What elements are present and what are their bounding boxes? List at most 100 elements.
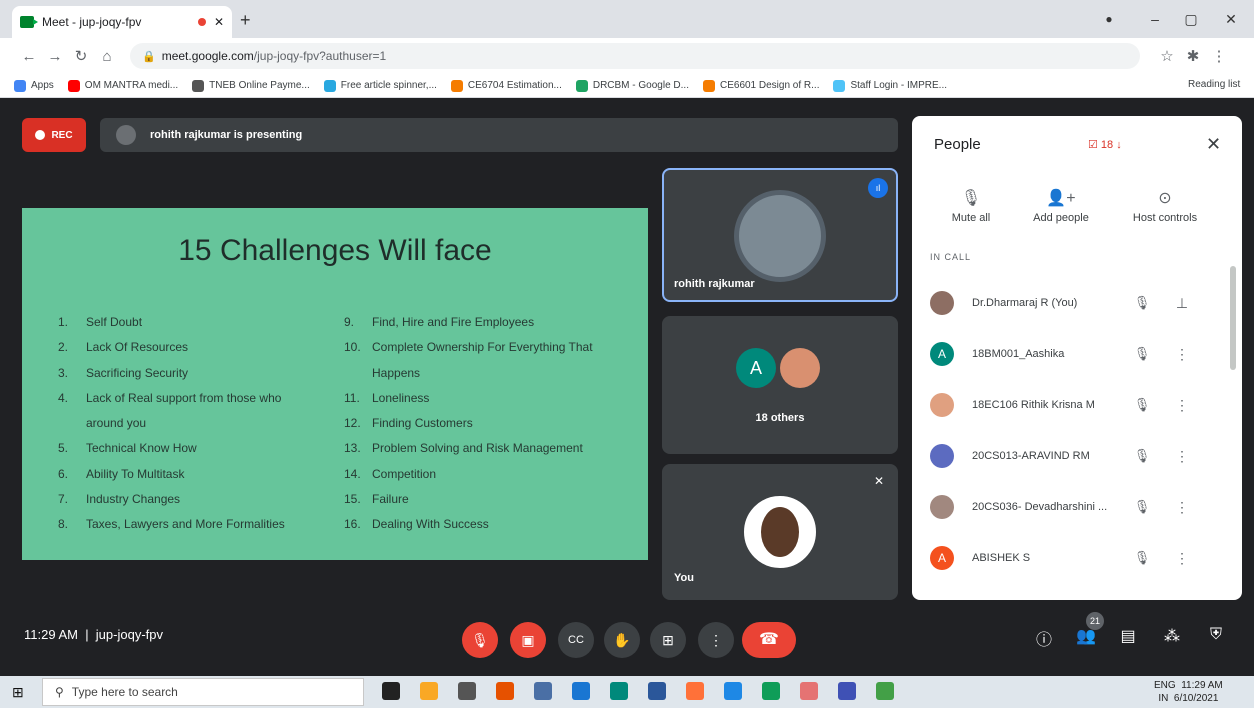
slide-list-left: 1. Self Doubt 2. Lack Of Resources 3. Sacrifi… [58, 310, 285, 538]
system-clock[interactable]: ENG 11:29 AM IN 6/10/2021 [1154, 679, 1223, 705]
window-close-icon[interactable]: ✕ [1216, 8, 1246, 30]
bookmark-item[interactable]: CE6601 Design of R... [702, 79, 819, 92]
home-icon[interactable]: ⌂ [94, 48, 120, 65]
slide-list-item: 14. Competition [344, 466, 437, 481]
url-field[interactable]: 🔒 meet.google.com/jup-joqy-fpv?authuser=… [130, 43, 1140, 69]
taskbar-app-icon[interactable] [572, 682, 590, 700]
participant-row[interactable]: Dr.Dharmaraj R (You) 🎙 ⊥ [930, 278, 1230, 328]
participant-name: 20CS013-ARAVIND RM [972, 450, 1090, 462]
raise-hand-button[interactable]: ✋ [604, 622, 640, 658]
mic-off-icon[interactable]: 🎙 [1122, 295, 1162, 311]
bookmark-item[interactable]: TNEB Online Payme... [192, 79, 310, 92]
reload-icon[interactable]: ↻ [68, 47, 94, 65]
host-lock-icon[interactable]: ⛨ [1202, 626, 1230, 644]
browser-tab[interactable]: Meet - jup-joqy-fpv ✕ [12, 6, 232, 38]
more-options-icon[interactable]: ⋮ [1162, 397, 1202, 414]
participant-row[interactable]: A 18BM001_Aashika 🎙 ⋮ [930, 329, 1230, 379]
mute-all-label: Mute all [951, 212, 991, 224]
bookmark-item[interactable]: Free article spinner,... [323, 79, 437, 92]
slide-list-right: 9. Find, Hire and Fire Employees 10. Comple… [344, 310, 593, 538]
more-options-icon[interactable]: ⋮ [1162, 499, 1202, 516]
pin-icon[interactable]: ⊥ [1162, 295, 1202, 312]
scrollbar[interactable] [1230, 266, 1236, 370]
taskbar-app-icon[interactable] [648, 682, 666, 700]
host-controls-button[interactable]: ⊙ Host controls [1120, 188, 1210, 224]
bookmark-item[interactable]: Staff Login - IMPRE... [833, 79, 948, 92]
more-options-button[interactable]: ⋮ [698, 622, 734, 658]
more-options-icon[interactable]: ⋮ [1162, 550, 1202, 567]
menu-dots-icon[interactable]: ⋮ [1206, 47, 1232, 65]
clock-date: 6/10/2021 [1173, 693, 1219, 704]
tab-close-icon[interactable]: ✕ [214, 15, 224, 29]
more-options-icon[interactable]: ⋮ [1162, 448, 1202, 465]
extension-icon[interactable]: ✱ [1180, 47, 1206, 65]
slide-list-item: 12. Finding Customers [344, 416, 473, 431]
windows-start-icon[interactable]: ⊞ [12, 684, 24, 701]
people-title: People [934, 136, 981, 153]
bookmark-label: DRCBM - Google D... [592, 80, 689, 91]
taskbar-search[interactable]: ⚲ Type here to search [42, 678, 364, 706]
leave-call-button[interactable]: ☎ [742, 622, 796, 658]
back-icon[interactable]: ← [16, 48, 42, 65]
participant-avatar: A [930, 342, 954, 366]
others-avatar-photo [780, 348, 820, 388]
mute-all-button[interactable]: 🎙 Mute all [926, 188, 1016, 224]
reading-list[interactable]: Reading list [1188, 79, 1240, 90]
taskbar-app-icon[interactable] [762, 682, 780, 700]
taskbar-app-icon[interactable] [496, 682, 514, 700]
presenter-tile[interactable]: ıl rohith rajkumar [662, 168, 898, 302]
mic-off-icon[interactable]: 🎙 [1122, 550, 1162, 566]
camera-off-button[interactable]: ▣ [510, 622, 546, 658]
bookmark-item[interactable]: DRCBM - Google D... [575, 79, 689, 92]
participant-name: ABISHEK S [972, 552, 1031, 564]
mic-off-icon[interactable]: 🎙 [1122, 346, 1162, 362]
slide-list-item: 11. Loneliness [344, 390, 430, 405]
taskbar-app-icon[interactable] [382, 682, 400, 700]
url-host: meet.google.com [161, 49, 254, 63]
taskbar-app-icon[interactable] [610, 682, 628, 700]
participant-row[interactable]: 20CS013-ARAVIND RM 🎙 ⋮ [930, 431, 1230, 481]
mic-off-button[interactable]: 🎙 [462, 622, 498, 658]
bookmark-label: Staff Login - IMPRE... [850, 80, 948, 91]
profile-icon[interactable]: ● [1094, 8, 1124, 30]
taskbar-app-icon[interactable] [838, 682, 856, 700]
mic-off-icon[interactable]: 🎙 [1122, 397, 1162, 413]
activities-icon[interactable]: ⁂ [1158, 626, 1186, 646]
bookmark-label: CE6704 Estimation... [467, 80, 562, 91]
chat-icon[interactable]: ▤ [1114, 626, 1142, 646]
presenting-banner: rohith rajkumar is presenting [100, 118, 898, 152]
speaking-icon: ıl [868, 178, 888, 198]
minimize-icon[interactable]: – [1140, 8, 1170, 30]
participant-row[interactable]: 20CS036- Devadharshini ... 🎙 ⋮ [930, 482, 1230, 532]
participant-row[interactable]: 18EC106 Rithik Krisna M 🎙 ⋮ [930, 380, 1230, 430]
captions-button[interactable]: CC [558, 622, 594, 658]
recording-badge[interactable]: REC [22, 118, 86, 152]
search-placeholder: Type here to search [71, 685, 178, 699]
bookmark-label: TNEB Online Payme... [209, 80, 310, 91]
mic-off-icon[interactable]: 🎙 [1122, 448, 1162, 464]
bookmark-item[interactable]: OM MANTRA medi... [67, 79, 178, 92]
star-icon[interactable]: ☆ [1154, 47, 1180, 65]
taskbar-app-icon[interactable] [458, 682, 476, 700]
self-tile[interactable]: ✕ You [662, 464, 898, 600]
more-options-icon[interactable]: ⋮ [1162, 346, 1202, 363]
present-button[interactable]: ⊞ [650, 622, 686, 658]
maximize-icon[interactable]: ▢ [1176, 8, 1206, 30]
taskbar-app-icon[interactable] [686, 682, 704, 700]
taskbar-app-icon[interactable] [420, 682, 438, 700]
bookmark-item[interactable]: Apps [14, 79, 54, 92]
taskbar-app-icon[interactable] [876, 682, 894, 700]
address-bar-row: ← → ↻ ⌂ 🔒 meet.google.com/jup-joqy-fpv?a… [0, 38, 1254, 74]
taskbar-app-icon[interactable] [534, 682, 552, 700]
meeting-details-icon[interactable]: ⓘ [1030, 626, 1058, 650]
others-tile[interactable]: A 18 others [662, 316, 898, 454]
mic-off-icon[interactable]: 🎙 [1122, 499, 1162, 515]
close-panel-icon[interactable]: ✕ [1206, 134, 1221, 155]
new-tab-icon[interactable]: + [240, 10, 251, 31]
participant-row[interactable]: A ABISHEK S 🎙 ⋮ [930, 533, 1230, 583]
taskbar-app-icon[interactable] [724, 682, 742, 700]
forward-icon[interactable]: → [42, 48, 68, 65]
add-people-button[interactable]: 👤+ Add people [1016, 188, 1106, 224]
taskbar-app-icon[interactable] [800, 682, 818, 700]
bookmark-item[interactable]: CE6704 Estimation... [450, 79, 562, 92]
